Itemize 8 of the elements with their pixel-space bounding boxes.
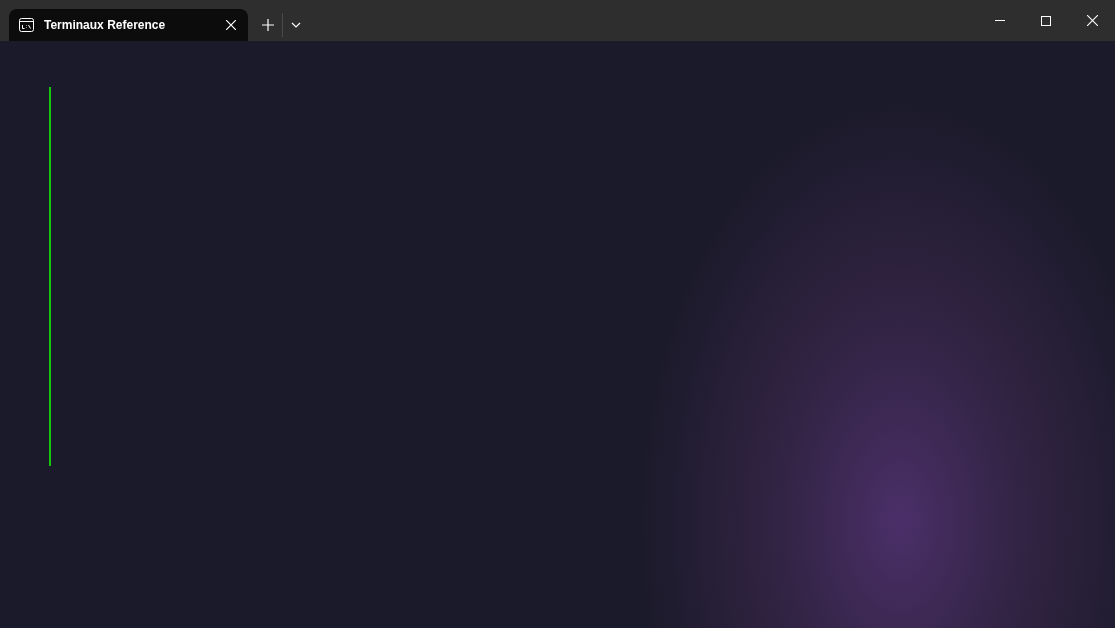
terminal-tab[interactable]: Terminaux Reference xyxy=(9,9,248,41)
plus-icon[interactable] xyxy=(262,19,274,31)
console-icon xyxy=(19,18,34,32)
tab-title: Terminaux Reference xyxy=(44,17,167,34)
chevron-down-icon[interactable] xyxy=(291,22,301,28)
close-icon[interactable] xyxy=(226,20,236,30)
close-icon[interactable] xyxy=(1086,15,1098,26)
maximize-icon[interactable] xyxy=(1041,15,1051,26)
